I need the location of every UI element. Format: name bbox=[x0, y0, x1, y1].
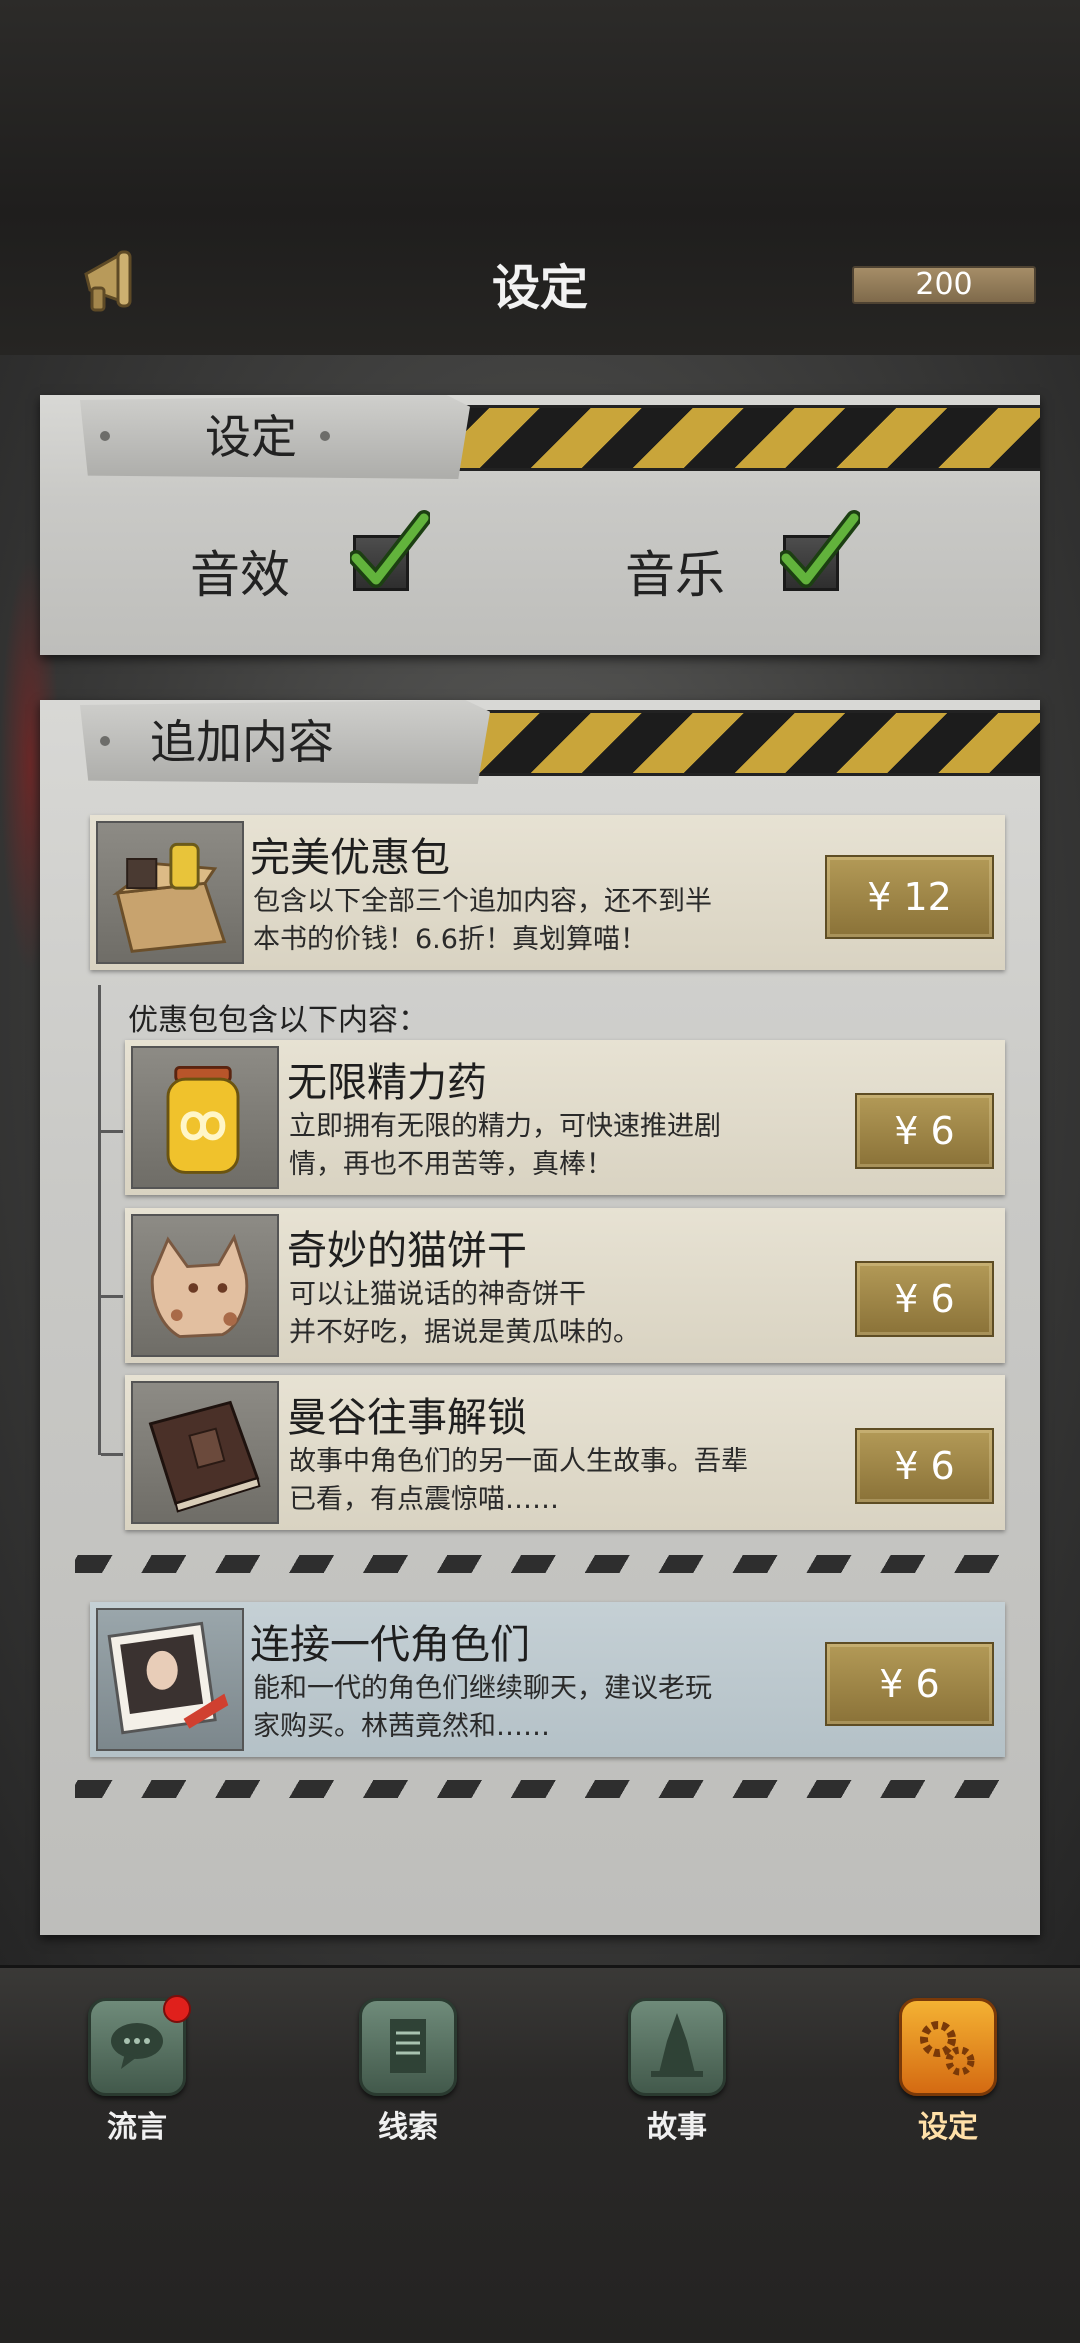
price-button[interactable]: ¥ 12 bbox=[825, 855, 994, 939]
sound-checkbox[interactable] bbox=[350, 510, 430, 591]
coin-counter: 200 bbox=[852, 266, 1036, 304]
checkmark-icon bbox=[780, 510, 860, 588]
settings-panel: 设定 音效 音乐 bbox=[40, 395, 1040, 655]
nav-story[interactable]: 故事 bbox=[597, 1998, 757, 2146]
bundle-item[interactable]: 完美优惠包 包含以下全部三个追加内容，还不到半 本书的价钱！6.6折！真划算喵！… bbox=[90, 815, 1005, 970]
temple-icon bbox=[628, 1998, 726, 2096]
addon-item[interactable]: 曼谷往事解锁 故事中角色们的另一面人生故事。吾辈 已看，有点震惊喵…… ¥ 6 bbox=[125, 1375, 1005, 1530]
item-title: 奇妙的猫饼干 bbox=[287, 1228, 527, 1274]
item-title: 无限精力药 bbox=[287, 1060, 487, 1106]
item-title: 连接一代角色们 bbox=[250, 1622, 530, 1668]
price-button[interactable]: ¥ 6 bbox=[855, 1093, 994, 1169]
cat-cookie-icon bbox=[131, 1214, 279, 1357]
bottom-nav: 流言 线索 故事 设定 bbox=[0, 1965, 1080, 2343]
item-description: 包含以下全部三个追加内容，还不到半 本书的价钱！6.6折！真划算喵！ bbox=[253, 886, 712, 955]
scroll-icon bbox=[359, 1998, 457, 2096]
bracket-connector bbox=[98, 985, 123, 1456]
bundle-includes-label: 优惠包包含以下内容： bbox=[128, 1003, 428, 1038]
hazard-stripes bbox=[410, 710, 1040, 776]
item-description: 能和一代的角色们继续聊天，建议老玩 家购买。林茜竟然和…… bbox=[253, 1673, 712, 1742]
box-icon bbox=[96, 821, 244, 964]
gears-icon bbox=[899, 1998, 997, 2096]
hazard-stripes bbox=[410, 405, 1040, 471]
item-title: 曼谷往事解锁 bbox=[287, 1395, 527, 1441]
divider bbox=[75, 1555, 1005, 1573]
sound-label: 音效 bbox=[190, 546, 290, 604]
item-description: 可以让猫说话的神奇饼干 并不好吃，据说是黄瓜味的。 bbox=[289, 1279, 640, 1348]
notification-badge bbox=[163, 1995, 191, 2023]
chat-bubble-icon bbox=[88, 1995, 191, 2096]
photo-icon bbox=[96, 1608, 244, 1751]
item-description: 故事中角色们的另一面人生故事。吾辈 已看，有点震惊喵…… bbox=[289, 1446, 748, 1515]
book-icon bbox=[131, 1381, 279, 1524]
connect-characters-item[interactable]: 连接一代角色们 能和一代的角色们继续聊天，建议老玩 家购买。林茜竟然和…… ¥ … bbox=[90, 1602, 1005, 1757]
top-bar: 设定 200 bbox=[0, 0, 1080, 358]
item-title: 完美优惠包 bbox=[250, 835, 450, 881]
music-checkbox[interactable] bbox=[780, 510, 860, 591]
nav-rumors[interactable]: 流言 bbox=[57, 1995, 217, 2146]
potion-jar-icon bbox=[131, 1046, 279, 1189]
settings-tab-label: 设定 bbox=[80, 395, 470, 479]
nail-icon bbox=[320, 431, 330, 441]
addon-item[interactable]: 无限精力药 立即拥有无限的精力，可快速推进剧 情，再也不用苦等，真棒！ ¥ 6 bbox=[125, 1040, 1005, 1195]
nav-clues[interactable]: 线索 bbox=[328, 1998, 488, 2146]
addons-tab-label: 追加内容 bbox=[80, 700, 490, 784]
music-label: 音乐 bbox=[625, 546, 725, 604]
price-button[interactable]: ¥ 6 bbox=[855, 1428, 994, 1504]
divider bbox=[75, 1780, 1005, 1798]
nail-icon bbox=[100, 431, 110, 441]
price-button[interactable]: ¥ 6 bbox=[855, 1261, 994, 1337]
item-description: 立即拥有无限的精力，可快速推进剧 情，再也不用苦等，真棒！ bbox=[289, 1111, 721, 1180]
nav-settings[interactable]: 设定 bbox=[868, 1998, 1028, 2146]
checkmark-icon bbox=[350, 510, 430, 588]
price-button[interactable]: ¥ 6 bbox=[825, 1642, 994, 1726]
nail-icon bbox=[100, 736, 110, 746]
addon-item[interactable]: 奇妙的猫饼干 可以让猫说话的神奇饼干 并不好吃，据说是黄瓜味的。 ¥ 6 bbox=[125, 1208, 1005, 1363]
